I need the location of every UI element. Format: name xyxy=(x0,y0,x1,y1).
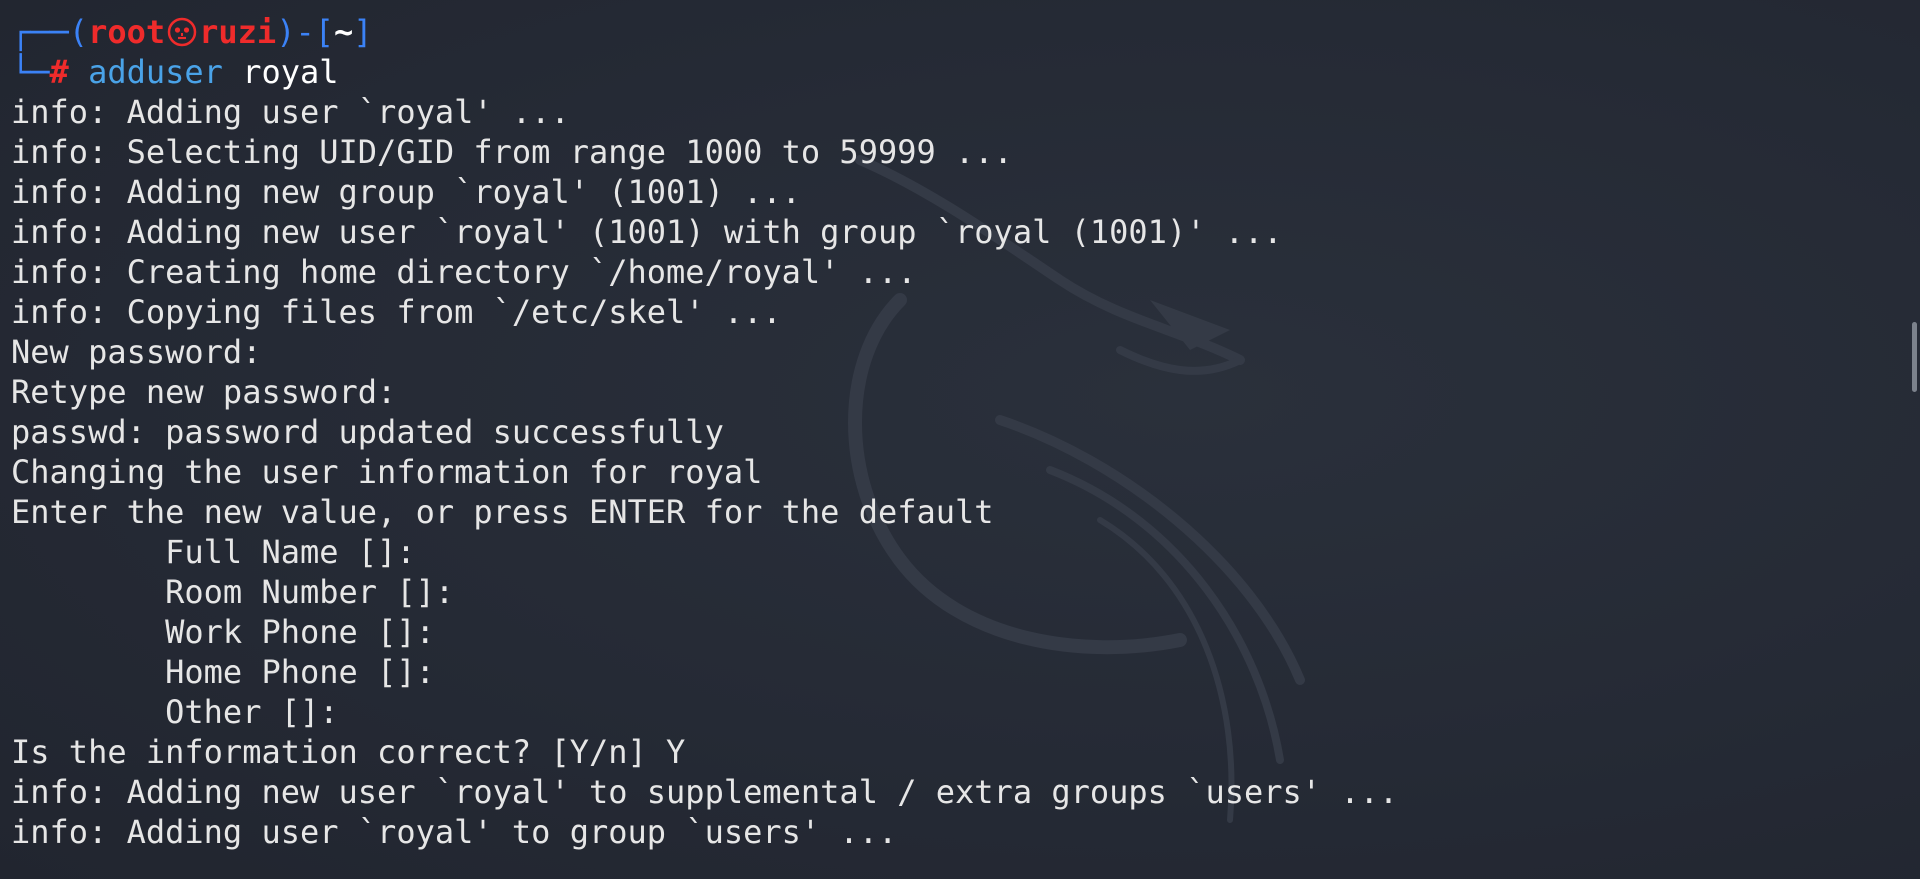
kali-skull-icon xyxy=(167,17,197,47)
prompt-frame-close: ] xyxy=(353,13,373,51)
command-name: adduser xyxy=(88,53,223,91)
command-argument: royal xyxy=(242,53,339,91)
output-line: Full Name []: xyxy=(11,533,416,571)
output-line: New password: xyxy=(11,333,262,371)
prompt-host: ruzi xyxy=(199,13,277,51)
prompt-user: root xyxy=(88,13,166,51)
output-line: info: Adding new group `royal' (1001) ..… xyxy=(11,173,801,211)
output-line: Changing the user information for royal xyxy=(11,453,763,491)
output-line: info: Selecting UID/GID from range 1000 … xyxy=(11,133,1013,171)
prompt-hash: # xyxy=(49,53,69,91)
output-line: Enter the new value, or press ENTER for … xyxy=(11,493,994,531)
prompt-line: ┌──(root ruzi)-[~] xyxy=(11,12,1880,52)
output-line: passwd: password updated successfully xyxy=(11,413,724,451)
terminal-window[interactable]: ┌──(root ruzi)-[~] └─# adduser royal info… xyxy=(0,0,1920,879)
output-line: info: Adding user `royal' ... xyxy=(11,93,570,131)
scrollbar[interactable] xyxy=(1906,0,1920,879)
scrollbar-thumb[interactable] xyxy=(1912,322,1917,392)
output-line: info: Creating home directory `/home/roy… xyxy=(11,253,917,291)
prompt-frame-top: ┌──( xyxy=(11,13,89,51)
output-line: Retype new password: xyxy=(11,373,397,411)
output-line: info: Adding new user `royal' (1001) wit… xyxy=(11,213,1283,251)
output-line: info: Copying files from `/etc/skel' ... xyxy=(11,293,782,331)
output-line: info: Adding new user `royal' to supplem… xyxy=(11,773,1399,811)
output-line: info: Adding user `royal' to group `user… xyxy=(11,813,898,851)
terminal-output[interactable]: ┌──(root ruzi)-[~] └─# adduser royal info… xyxy=(11,12,1880,852)
output-line: Other []: xyxy=(11,693,339,731)
output-line: Work Phone []: xyxy=(11,613,435,651)
prompt-directory: ~ xyxy=(333,13,354,51)
output-line: Is the information correct? [Y/n] Y xyxy=(11,733,686,771)
prompt-frame-bottom: └─ xyxy=(11,53,50,91)
output-line: Room Number []: xyxy=(11,573,455,611)
output-line: Home Phone []: xyxy=(11,653,435,691)
prompt-frame-mid: )-[ xyxy=(276,13,334,51)
command-line: └─# adduser royal xyxy=(11,52,1880,92)
